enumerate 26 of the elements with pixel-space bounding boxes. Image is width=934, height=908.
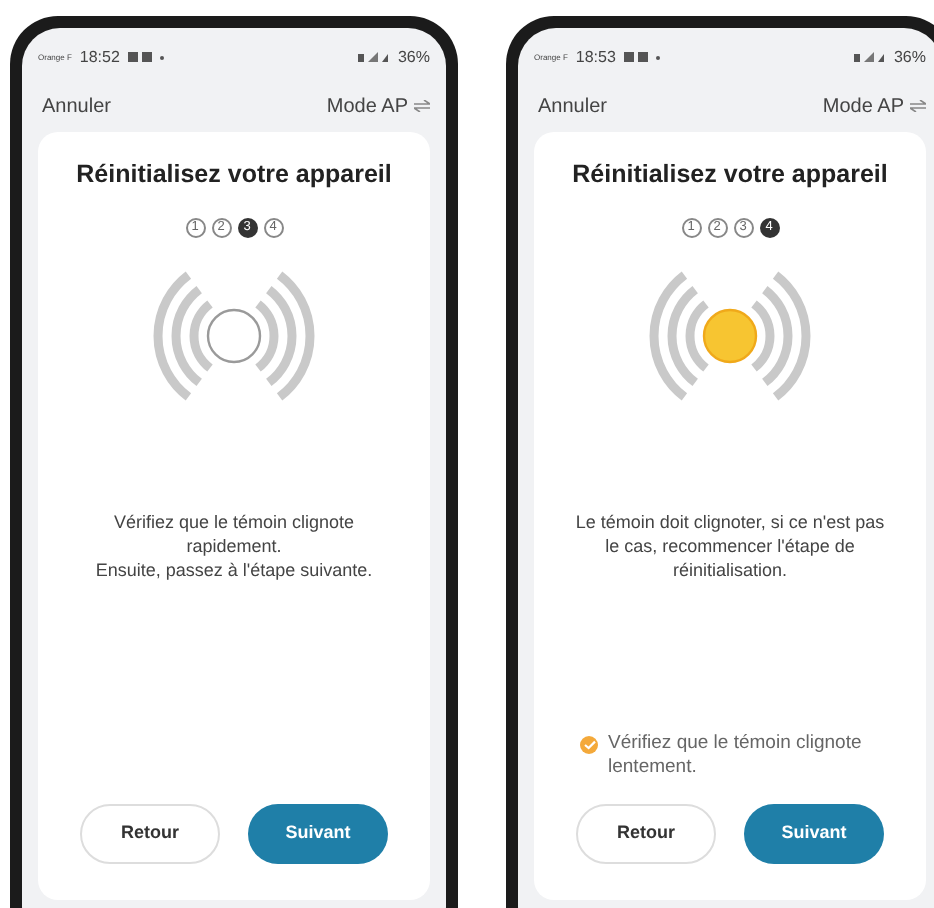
cancel-link[interactable]: Annuler: [534, 91, 611, 121]
signal-icons: [853, 52, 886, 64]
page-title: Réinitialisez votre appareil: [572, 158, 888, 192]
battery-percent: 36%: [397, 46, 430, 70]
mode-ap-link[interactable]: Mode AP: [822, 91, 904, 121]
instruction-text: Ensuite, passez à l'étape suivante.: [93, 557, 375, 582]
status-time: 18:53: [575, 46, 616, 70]
next-button[interactable]: Suivant: [248, 804, 388, 864]
check-icon: [583, 740, 595, 750]
swap-icon: [414, 100, 430, 112]
instruction-text: Vérifiez que le témoin clignote rapidement.: [111, 509, 357, 558]
swap-icon: [910, 100, 926, 112]
notification-icons: [127, 52, 168, 64]
back-button[interactable]: Retour: [576, 804, 716, 864]
checkbox-label: Vérifiez que le témoin clignote lentement.: [608, 732, 864, 780]
instruction-text: Le témoin doit clignoter, si ce n'est pas le cas, recommencer l'étape de réinitialisation.: [573, 509, 887, 582]
page-title: Réinitialisez votre appareil: [76, 158, 392, 192]
battery-percent: 36%: [893, 46, 926, 70]
cancel-link[interactable]: Annuler: [38, 91, 115, 121]
notification-icons: [623, 52, 664, 64]
checkbox[interactable]: [580, 736, 598, 754]
mode-ap-link[interactable]: Mode AP: [326, 91, 408, 121]
next-button[interactable]: Suivant: [744, 804, 884, 864]
back-button[interactable]: Retour: [80, 804, 220, 864]
status-time: 18:52: [79, 46, 120, 70]
signal-icons: [357, 52, 390, 64]
